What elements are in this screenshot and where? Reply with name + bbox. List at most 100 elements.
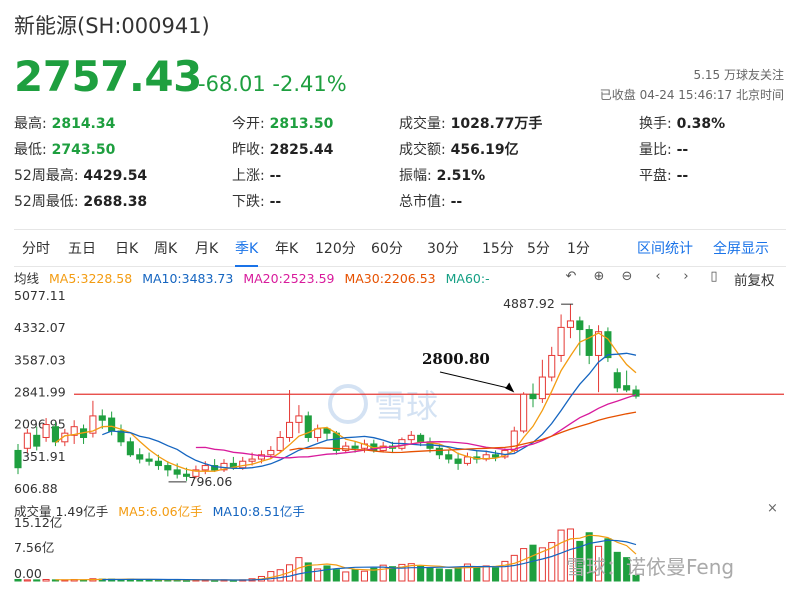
tab-period[interactable]: 1分 [567,238,590,258]
volume-bar [164,579,172,582]
watermark-logo-text: 雪球 [374,387,438,425]
annotation-label: 2800.80 [422,350,490,368]
volume-bar [42,578,50,582]
candle-body [435,447,443,456]
undo-icon[interactable]: ↶ [561,267,581,287]
stat-item: 振幅: 2.51% [399,165,485,185]
watermark-credit: 雪球：诺依曼Feng [566,555,735,579]
volume-bar [267,571,275,582]
volume-bar [183,579,191,582]
candle-body [557,326,565,356]
current-price: 2757.43 [14,52,202,101]
candle-body [229,462,237,469]
candle-body [239,460,247,469]
period-tabs: 分时 五日 日K 周K 月K 季K 年K 120分 60分 30分 15分 5分 1分 区间统计 全屏显示 [14,229,786,267]
candle-body [370,443,378,451]
stat-value: -- [264,194,282,210]
tab-period[interactable]: 月K [195,238,218,258]
volume-bar [454,566,462,582]
candle-body [173,469,181,475]
stat-value: 456.19亿 [445,142,519,158]
zoom-out-icon[interactable]: ⊖ [617,267,637,287]
stat-value: 2813.50 [264,116,334,132]
low-marker-label: 796.06 [189,474,233,489]
y-tick-label: 606.88 [14,481,58,496]
volume-bar [201,579,209,582]
tab-period[interactable]: 30分 [427,238,459,258]
volume-bar [154,579,162,582]
volume-bar [173,579,181,582]
stat-label: 总市值: [399,194,446,210]
ma10-line [102,352,637,470]
candle-body [398,439,406,449]
volume-bar [435,568,443,582]
candle-body [417,434,425,443]
change-value: -68.01 [198,72,266,96]
tab-period[interactable]: 60分 [371,238,403,258]
candle-body [389,445,397,449]
y-tick-label: 5077.11 [14,288,66,303]
volume-bar [520,548,528,582]
volume-bar [557,529,565,582]
volume-bar [192,579,200,582]
followers-count[interactable]: 5.15 万球友关注 [693,66,784,83]
tab-period[interactable]: 日K [115,238,138,258]
volume-bar [426,567,434,582]
close-volume-icon[interactable]: × [767,501,778,516]
candle-body [154,460,162,467]
volume-legend: 成交量 1.49亿手 MA5:6.06亿手 MA10:8.51亿手 [14,501,311,520]
candle-body [520,393,528,432]
candle-body [351,445,359,449]
range-stats-link[interactable]: 区间统计 [637,238,693,258]
tab-period[interactable]: 分时 [22,238,50,258]
tab-period[interactable]: 周K [154,238,177,258]
tab-period[interactable]: 120分 [315,238,356,258]
volume-bar [136,578,144,582]
candle-body [164,465,172,471]
scroll-right-icon[interactable]: › [676,267,696,287]
tab-period[interactable]: 15分 [482,238,514,258]
stat-value: -- [671,168,689,184]
volume-bar [23,579,31,582]
candle-body [220,462,228,471]
candle-body [445,454,453,460]
candle-body [80,428,88,438]
fullscreen-link[interactable]: 全屏显示 [713,238,769,258]
ma10-legend: MA10:3483.73 [142,271,234,286]
candle-body [426,441,434,449]
candle-body [473,456,481,460]
volume-bar [61,579,69,582]
candle-body [576,320,584,331]
volume-bar [295,557,303,582]
watermark-logo: 雪球 [328,384,438,425]
tab-period[interactable]: 年K [275,238,298,258]
candle-body [257,454,265,460]
stat-item: 52周最高: 4429.54 [14,165,147,185]
candle-body [482,454,490,460]
scroll-left-icon[interactable]: ‹ [648,267,668,287]
candle-body [248,458,256,462]
vol-ma5-legend: MA5:6.06亿手 [118,504,203,519]
stat-item: 最高: 2814.34 [14,113,115,133]
zoom-in-icon[interactable]: ⊕ [589,267,609,287]
ma30-legend: MA30:2206.53 [344,271,436,286]
stat-value: -- [445,194,463,210]
candle-body [183,473,191,477]
volume-bar [248,578,256,582]
stat-item: 总市值: -- [399,191,462,211]
ma20-legend: MA20:2523.59 [243,271,335,286]
volume-ma5-line [55,534,637,581]
tab-period[interactable]: 季K [235,238,259,267]
stat-label: 上涨: [232,168,265,184]
y-tick-label: 4332.07 [14,320,66,335]
tab-period[interactable]: 5分 [527,238,550,258]
stat-value: 2814.34 [46,116,116,132]
candle-style-icon[interactable]: ▯ [704,267,724,287]
stat-value: 2825.44 [264,142,334,158]
stat-label: 52周最高: [14,168,79,184]
volume-bar [257,575,265,582]
adjust-dropdown[interactable]: 前复权 [734,269,775,289]
candle-body [23,432,31,449]
stat-item: 换手: 0.38% [639,113,725,133]
tab-period[interactable]: 五日 [68,238,96,258]
